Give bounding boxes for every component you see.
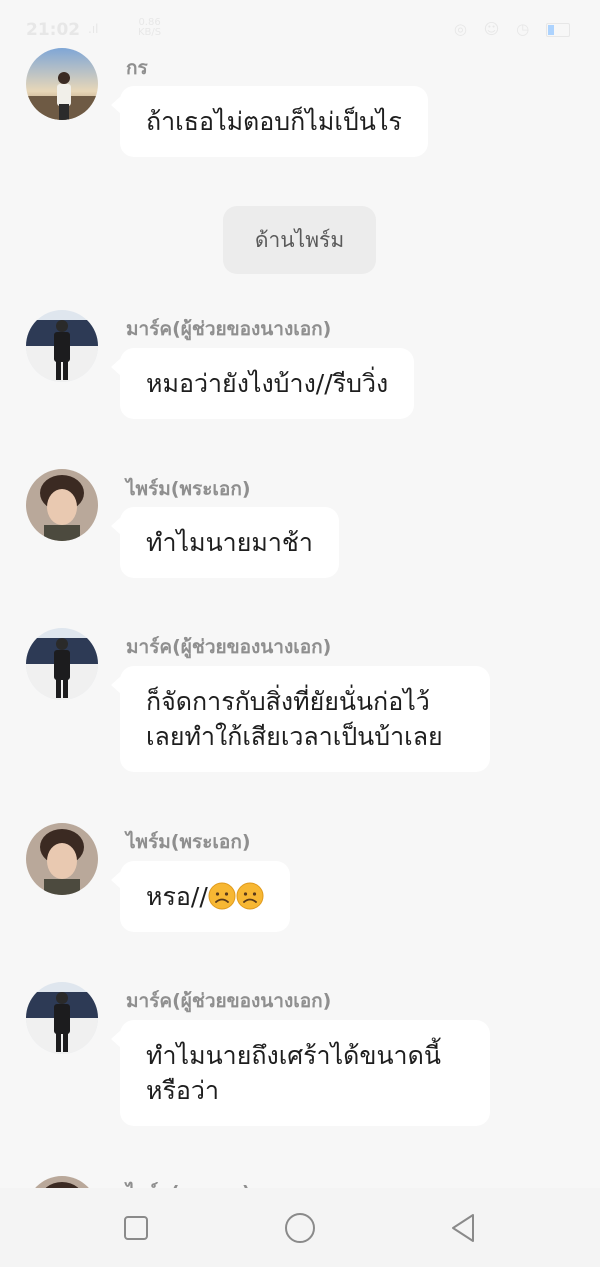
avatar-prime[interactable] (26, 469, 98, 541)
sender-name: ไพร์ม(พระเอก) (126, 478, 251, 500)
worried-face-emoji (208, 882, 236, 910)
message-text: ถ้าเธอไม่ตอบก็ไม่เป็นไร (146, 107, 402, 136)
message-text-line: ทำไมนายถึงเศร้าได้ขนาดนี้ (146, 1041, 441, 1070)
avatar-mark[interactable] (26, 982, 98, 1054)
back-button[interactable] (445, 1210, 481, 1246)
triangle-back-icon (452, 1214, 474, 1242)
message-text: ทำไมนายมาช้า (146, 528, 313, 557)
battery-icon (546, 22, 570, 37)
network-speed: 0.86 KB/S (138, 18, 161, 38)
message-text: หมอว่ายังไงบ้าง//รีบวิ่ง (146, 369, 389, 398)
status-bar: 21:02 .ıl 0.86 KB/S ◎ ☺ ◷ (0, 0, 600, 48)
message-text-line: เลยทำใก้เสียเวลาเป็นบ้าเลย (146, 722, 443, 751)
message-text-line: ก็จัดการกับสิ่งที่ยัยนั่นก่อไว้ (146, 687, 430, 716)
system-message-chip: ด้านไพร์ม (223, 206, 376, 274)
message-bubble[interactable]: ทำไมนายถึงเศร้าได้ขนาดนี้ หรือว่า (111, 1020, 490, 1126)
square-recent-apps-icon (124, 1216, 148, 1240)
sender-name: มาร์ค(ผู้ช่วยของนางเอก) (126, 636, 332, 658)
sender-name: มาร์ค(ผู้ช่วยของนางเอก) (126, 990, 332, 1012)
status-icons: ◎ ☺ ◷ (453, 20, 536, 38)
home-button[interactable] (282, 1210, 318, 1246)
avatar-mark[interactable] (26, 628, 98, 700)
message-text-line: หรือว่า (146, 1076, 219, 1105)
recent-apps-button[interactable] (118, 1210, 154, 1246)
circle-home-icon (285, 1213, 315, 1243)
status-time: 21:02 (26, 20, 81, 40)
message-bubble[interactable]: ถ้าเธอไม่ตอบก็ไม่เป็นไร (111, 86, 428, 157)
avatar-korn[interactable] (26, 48, 98, 120)
message-bubble[interactable]: หรอ// (111, 861, 290, 932)
message-bubble[interactable]: ทำไมนายมาช้า (111, 507, 339, 578)
signal-icon: .ıl (88, 22, 99, 36)
sender-name: กร (126, 57, 148, 79)
worried-face-emoji (236, 882, 264, 910)
message-bubble[interactable]: ก็จัดการกับสิ่งที่ยัยนั่นก่อไว้ เลยทำใก้… (111, 666, 490, 772)
avatar-mark[interactable] (26, 310, 98, 382)
message-bubble[interactable]: หมอว่ายังไงบ้าง//รีบวิ่ง (110, 348, 415, 419)
sender-name: ไพร์ม(พระเอก) (126, 831, 251, 853)
message-text: หรอ// (146, 882, 208, 911)
sender-name: มาร์ค(ผู้ช่วยของนางเอก) (126, 318, 332, 340)
status-right-icons: ◎ ☺ ◷ (454, 20, 570, 38)
chat-screen: 21:02 .ıl 0.86 KB/S ◎ ☺ ◷ กร ถ้าเธอไม่ตอ… (0, 0, 600, 1267)
avatar-prime[interactable] (26, 823, 98, 895)
network-speed-unit: KB/S (138, 27, 162, 38)
system-navigation-bar (0, 1188, 600, 1267)
